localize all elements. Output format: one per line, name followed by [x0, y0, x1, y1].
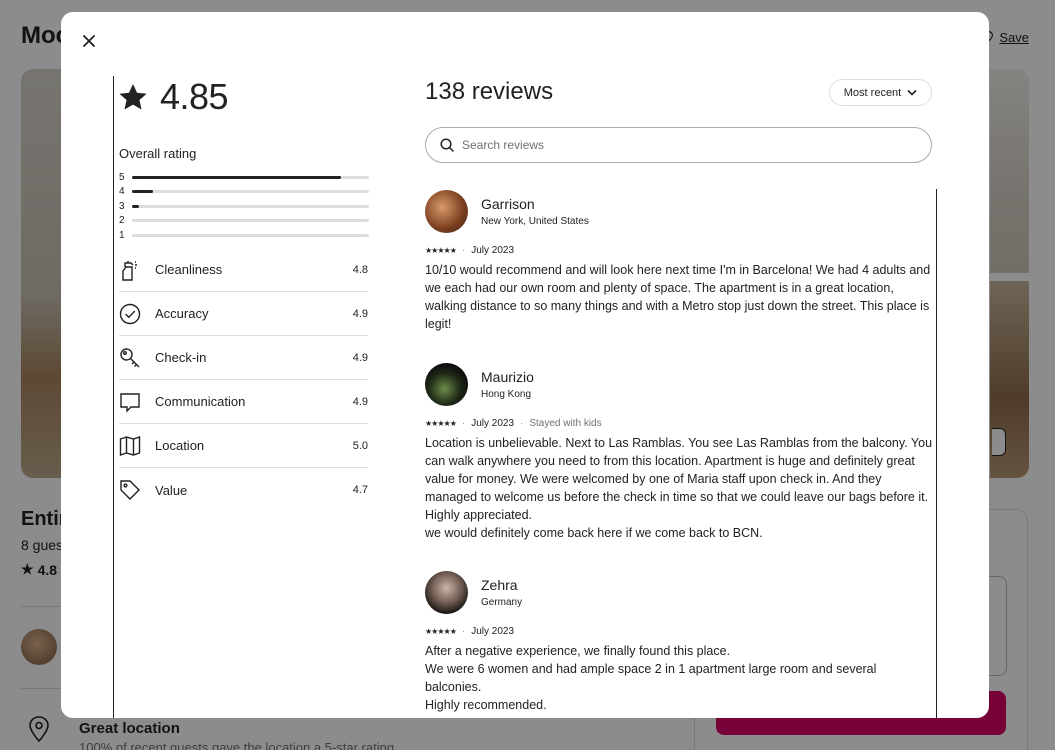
reviewer-location: Germany — [481, 596, 523, 608]
rating-bar-row: 5 — [119, 170, 369, 185]
review-header: Garrison New York, United States — [425, 189, 933, 233]
review-stars: ★★★★★ — [425, 626, 457, 636]
close-icon — [83, 35, 95, 47]
review-text: Location is unbelievable. Next to Las Ra… — [425, 436, 933, 540]
review-stars: ★★★★★ — [425, 245, 457, 255]
category-name: Communication — [155, 394, 246, 409]
tag-icon — [119, 479, 141, 501]
review-header: Maurizio Hong Kong — [425, 362, 933, 406]
search-input[interactable] — [462, 138, 931, 152]
rating-bar-track — [132, 175, 369, 179]
category-value: 4.9 — [352, 395, 368, 408]
rating-bar-fill — [132, 204, 140, 208]
overall-score: 4.85 — [118, 76, 229, 118]
search-reviews-box[interactable] — [425, 127, 932, 163]
rating-bar-row: 2 — [119, 214, 369, 229]
reviews-panel: 138 reviews Most recent Garrison New Yor… — [425, 76, 937, 718]
category-name: Cleanliness — [155, 262, 223, 277]
category-value: 5.0 — [352, 439, 368, 452]
category-row-value: Value 4.7 — [119, 468, 368, 512]
reviewer-avatar[interactable] — [425, 189, 468, 233]
category-name: Accuracy — [155, 306, 209, 321]
rating-bar-row: 4 — [119, 185, 369, 200]
reviewer-avatar[interactable] — [425, 570, 468, 614]
rating-bar-fill — [132, 175, 341, 179]
reviewer-location: New York, United States — [481, 215, 589, 227]
chevron-down-icon — [907, 89, 917, 96]
category-row-accuracy: Accuracy 4.9 — [119, 292, 368, 336]
review-stars: ★★★★★ — [425, 418, 457, 428]
category-row-communication: Communication 4.9 — [119, 380, 368, 424]
chat-bubble-icon — [119, 391, 141, 413]
review-meta: ★★★★★ · July 2023 · Stayed with kids — [425, 416, 933, 430]
rating-bar-label: 5 — [119, 171, 125, 183]
rating-bar-label: 4 — [119, 186, 125, 198]
close-button[interactable] — [79, 31, 99, 51]
review-item: Maurizio Hong Kong ★★★★★ · July 2023 · S… — [425, 362, 933, 542]
category-name: Check-in — [155, 350, 207, 365]
review-item: Zehra Germany ★★★★★ · July 2023 After a … — [425, 570, 933, 714]
rating-bar-track — [132, 204, 369, 208]
separator-dot: · — [461, 244, 466, 256]
review-text: 10/10 would recommend and will look here… — [425, 263, 931, 331]
key-icon — [119, 347, 141, 369]
reviewer-location: Hong Kong — [481, 388, 532, 400]
search-icon — [440, 138, 454, 152]
category-value: 4.8 — [352, 263, 368, 276]
category-value: 4.9 — [352, 351, 368, 364]
reviews-list[interactable]: Garrison New York, United States ★★★★★ ·… — [425, 189, 937, 718]
rating-bar-row: 3 — [119, 199, 369, 214]
overall-score-value: 4.85 — [160, 76, 229, 117]
reviewer-name: Maurizio — [481, 368, 534, 385]
reviewer-avatar[interactable] — [425, 362, 468, 406]
category-value: 4.9 — [352, 307, 368, 320]
review-date: July 2023 — [471, 625, 515, 637]
review-trip-tag: Stayed with kids — [529, 417, 602, 429]
rating-bar-track — [132, 190, 369, 194]
review-text: After a negative experience, we finally … — [425, 644, 877, 712]
review-header: Zehra Germany — [425, 570, 933, 614]
review-date: July 2023 — [471, 417, 515, 429]
spray-bottle-icon — [119, 259, 141, 281]
category-row-location: Location 5.0 — [119, 424, 368, 468]
sort-dropdown[interactable]: Most recent — [829, 79, 932, 106]
separator-dot: · — [461, 417, 466, 429]
rating-bar-track — [132, 233, 369, 237]
rating-distribution: 5 4 3 2 1 — [119, 170, 369, 243]
rating-bar-fill — [132, 190, 154, 194]
review-meta: ★★★★★ · July 2023 — [425, 243, 933, 257]
rating-bar-label: 2 — [119, 215, 125, 227]
reviewer-name: Zehra — [481, 576, 518, 593]
review-meta: ★★★★★ · July 2023 — [425, 624, 933, 638]
reviews-count: 138 reviews — [425, 78, 554, 105]
category-row-cleanliness: Cleanliness 4.8 — [119, 248, 368, 292]
category-row-check-in: Check-in 4.9 — [119, 336, 368, 380]
star-icon — [119, 83, 147, 110]
sort-label: Most recent — [843, 86, 902, 99]
category-name: Value — [155, 482, 188, 498]
rating-summary: 4.85 Overall rating 5 4 3 2 1 Cleanlines… — [113, 76, 369, 718]
reviews-modal: 4.85 Overall rating 5 4 3 2 1 Cleanlines… — [61, 12, 989, 718]
reviewer-name: Garrison — [481, 195, 535, 212]
check-circle-icon — [119, 303, 141, 325]
separator-dot: · — [461, 625, 466, 637]
rating-bar-label: 1 — [119, 229, 125, 241]
rating-bar-row: 1 — [119, 228, 369, 243]
category-ratings: Cleanliness 4.8 Accuracy 4.9 Check-in 4.… — [119, 248, 368, 512]
review-item: Garrison New York, United States ★★★★★ ·… — [425, 189, 933, 333]
rating-bar-label: 3 — [119, 200, 125, 212]
review-date: July 2023 — [471, 244, 515, 256]
rating-bar-track — [132, 219, 369, 223]
separator-dot: · — [520, 417, 524, 429]
category-value: 4.7 — [352, 484, 368, 496]
map-icon — [119, 435, 141, 457]
overall-rating-label: Overall rating — [119, 146, 197, 161]
category-name: Location — [155, 438, 205, 453]
